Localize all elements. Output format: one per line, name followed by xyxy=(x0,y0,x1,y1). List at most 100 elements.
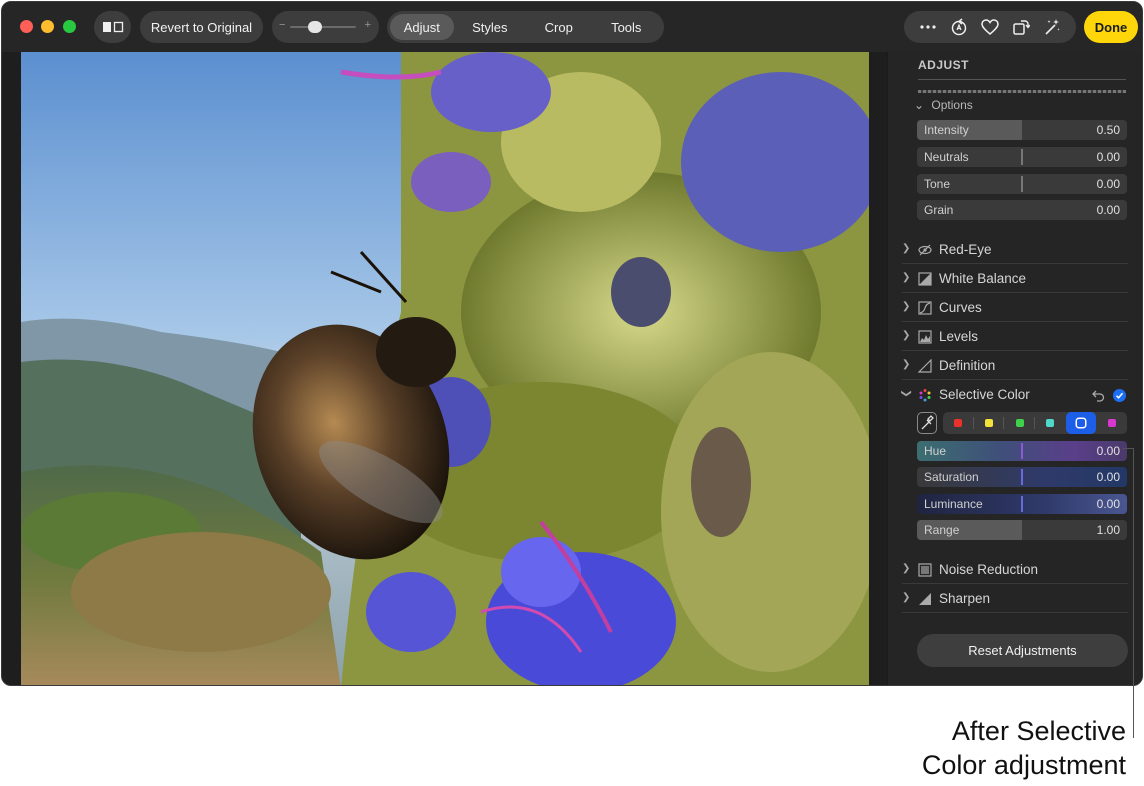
slider-label: Grain xyxy=(924,203,954,217)
chevron-right-icon: ❯ xyxy=(902,243,911,254)
section-sharpen[interactable]: ❯ Sharpen xyxy=(902,585,1128,613)
callout-line-1: After Selective xyxy=(951,716,1126,746)
photo-canvas[interactable] xyxy=(21,52,869,685)
swatch-dot xyxy=(954,419,963,427)
color-swatch[interactable] xyxy=(943,412,974,434)
levels-icon xyxy=(918,330,932,344)
section-selective-color[interactable]: ❯ Selective Color xyxy=(901,381,1128,409)
neutrals-slider[interactable]: Neutrals 0.00 xyxy=(917,147,1127,167)
callout-line xyxy=(1133,448,1134,738)
heart-icon[interactable] xyxy=(979,16,1001,38)
saturation-slider[interactable]: Saturation 0.00 xyxy=(917,467,1127,487)
slider-label: Intensity xyxy=(924,123,969,137)
eyedropper-button[interactable] xyxy=(917,412,937,434)
chevron-right-icon: ❯ xyxy=(902,330,911,341)
compare-button[interactable] xyxy=(94,11,131,43)
checkmark-circle-icon[interactable] xyxy=(1113,389,1126,402)
chevron-right-icon: ❯ xyxy=(902,301,911,312)
slider-value: 0.00 xyxy=(1096,203,1120,217)
slider-value: 1.00 xyxy=(1096,523,1120,537)
section-levels[interactable]: ❯ Levels xyxy=(902,323,1128,351)
adjust-sidebar: ADJUST ⌄ Options Intensity 0.50 Neutrals… xyxy=(887,52,1142,685)
slider-value: 0.00 xyxy=(1096,470,1120,484)
color-swatch[interactable] xyxy=(974,412,1005,434)
revert-to-original-button[interactable]: Revert to Original xyxy=(140,11,263,43)
noise-icon xyxy=(918,563,932,577)
swatch-dot xyxy=(1077,419,1086,427)
fullscreen-window-button[interactable] xyxy=(63,20,76,33)
minimize-window-button[interactable] xyxy=(41,20,54,33)
slider-value: 0.50 xyxy=(1096,123,1120,137)
zoom-slider[interactable]: − + xyxy=(272,11,379,43)
chevron-right-icon: ❯ xyxy=(902,592,911,603)
more-icon[interactable] xyxy=(917,16,939,38)
hue-slider[interactable]: Hue 0.00 xyxy=(917,441,1127,461)
sharpen-icon xyxy=(919,593,931,605)
slider-label: Luminance xyxy=(924,497,983,511)
rotate-ai-icon[interactable] xyxy=(948,16,970,38)
tab-tools[interactable]: Tools xyxy=(592,14,661,40)
bee-on-flowers-photo xyxy=(21,52,869,685)
slider-value: 0.00 xyxy=(1096,177,1120,191)
reset-adjustments-button[interactable]: Reset Adjustments xyxy=(917,634,1128,667)
color-swatch[interactable] xyxy=(1004,412,1036,434)
toolbar: Revert to Original − + Adjust Styles Cro… xyxy=(2,2,1142,52)
chevron-right-icon: ❯ xyxy=(902,563,911,574)
section-noise-reduction[interactable]: ❯ Noise Reduction xyxy=(902,556,1128,584)
selective-color-icon xyxy=(919,389,931,402)
callout-caption: After Selective Color adjustment xyxy=(922,714,1126,782)
tab-adjust[interactable]: Adjust xyxy=(390,14,454,40)
swatch-dot xyxy=(1107,419,1116,427)
chevron-right-icon: ❯ xyxy=(902,359,911,370)
range-slider[interactable]: Range 1.00 xyxy=(917,520,1127,540)
slider-label: Saturation xyxy=(924,470,979,484)
slider-label: Tone xyxy=(924,177,951,191)
color-swatch-bar xyxy=(917,412,1127,434)
slider-label: Range xyxy=(924,523,960,537)
grain-slider[interactable]: Grain 0.00 xyxy=(917,200,1127,220)
section-curves[interactable]: ❯ Curves xyxy=(902,294,1128,322)
chevron-down-icon: ⌄ xyxy=(914,98,925,112)
section-red-eye[interactable]: ❯ Red-Eye xyxy=(902,236,1128,264)
zoom-track[interactable] xyxy=(290,26,356,28)
slider-value: 0.00 xyxy=(1096,444,1120,458)
histogram xyxy=(918,90,1126,93)
section-title: Curves xyxy=(939,300,982,315)
section-title: Sharpen xyxy=(939,591,991,606)
slider-label: Hue xyxy=(924,444,947,458)
curves-icon xyxy=(918,301,932,315)
section-title: White Balance xyxy=(939,271,1027,286)
section-definition[interactable]: ❯ Definition xyxy=(902,352,1128,380)
eye-slash-icon xyxy=(918,244,932,256)
close-window-button[interactable] xyxy=(20,20,33,33)
swatch-dot xyxy=(1046,419,1055,427)
photos-edit-window: Revert to Original − + Adjust Styles Cro… xyxy=(1,1,1143,686)
divider xyxy=(918,79,1126,80)
section-title: Red-Eye xyxy=(939,242,992,257)
section-title: Selective Color xyxy=(939,387,1030,402)
callout-line-2: Color adjustment xyxy=(921,750,1126,780)
zoom-thumb[interactable] xyxy=(308,21,323,33)
section-white-balance[interactable]: ❯ White Balance xyxy=(902,265,1128,293)
swatch-dot xyxy=(985,419,993,427)
tab-styles[interactable]: Styles xyxy=(454,14,526,40)
magic-wand-icon[interactable] xyxy=(1041,16,1063,38)
undo-icon[interactable] xyxy=(1092,389,1105,402)
done-button[interactable]: Done xyxy=(1084,11,1138,43)
options-label: Options xyxy=(931,98,973,112)
tab-crop[interactable]: Crop xyxy=(526,14,592,40)
definition-icon xyxy=(918,359,932,373)
tone-slider[interactable]: Tone 0.00 xyxy=(917,174,1127,194)
chevron-right-icon: ❯ xyxy=(902,272,911,283)
intensity-slider[interactable]: Intensity 0.50 xyxy=(917,120,1127,140)
zoom-in-icon[interactable]: + xyxy=(365,19,371,31)
section-title: Levels xyxy=(939,329,979,344)
luminance-slider[interactable]: Luminance 0.00 xyxy=(917,494,1127,514)
color-swatch[interactable] xyxy=(1096,412,1127,434)
color-swatch[interactable] xyxy=(1065,412,1097,434)
zoom-out-icon[interactable]: − xyxy=(279,19,285,31)
options-disclosure[interactable]: ⌄ Options xyxy=(914,98,973,112)
actions-group xyxy=(904,11,1076,43)
color-swatch[interactable] xyxy=(1035,412,1066,434)
rotate-icon[interactable] xyxy=(1010,16,1032,38)
